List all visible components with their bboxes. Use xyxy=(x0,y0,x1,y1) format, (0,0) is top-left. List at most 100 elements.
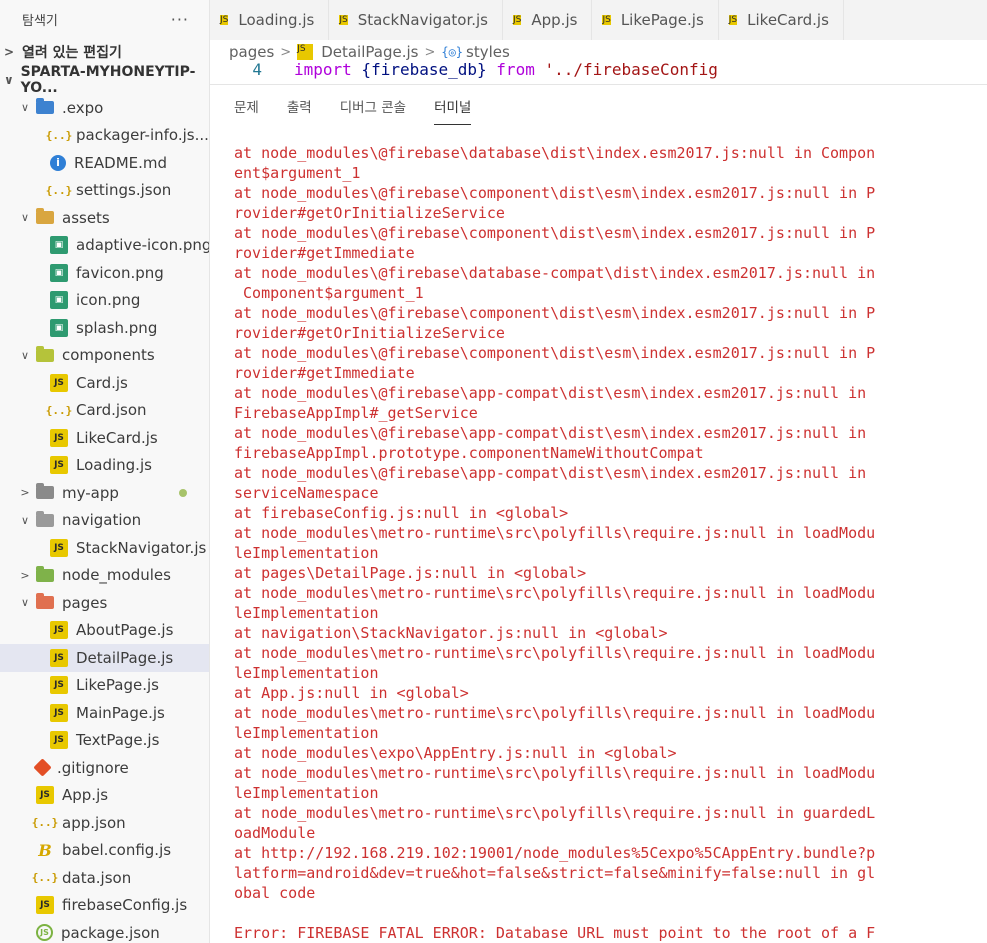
tree-file[interactable]: JS DetailPage.js xyxy=(0,644,209,672)
terminal-output[interactable]: at node_modules\@firebase\database\dist\… xyxy=(234,143,879,943)
tree-file[interactable]: i README.md xyxy=(0,149,209,177)
terminal-line: at pages\DetailPage.js:null in <global> xyxy=(234,564,587,582)
tree-file[interactable]: JS firebaseConfig.js xyxy=(0,892,209,920)
tree-file[interactable]: ▣ icon.png xyxy=(0,287,209,315)
info-icon: i xyxy=(50,154,66,171)
tree-file[interactable]: ▣ adaptive-icon.png xyxy=(0,232,209,260)
project-section[interactable]: ∨ SPARTA-MYHONEYTIP-YO... xyxy=(0,64,209,96)
tree-file[interactable]: JS AboutPage.js xyxy=(0,617,209,645)
tree-file[interactable]: JS MainPage.js xyxy=(0,699,209,727)
js-file-icon: JS xyxy=(36,896,54,915)
tree-file[interactable]: {..} app.json xyxy=(0,809,209,837)
tab-label: StackNavigator.js xyxy=(357,11,488,29)
chevron-down-icon: ∨ xyxy=(20,211,30,225)
terminal-line: obal code xyxy=(234,884,316,902)
tree-item-label: icon.png xyxy=(76,291,141,310)
breadcrumb-folder[interactable]: pages xyxy=(229,43,274,61)
panel-tab[interactable]: 출력 xyxy=(287,85,312,127)
tree-folder[interactable]: ∨ navigation xyxy=(0,507,209,535)
chevron-right-icon: > xyxy=(20,486,30,500)
terminal-line: latform=android&dev=true&hot=false&stric… xyxy=(234,864,876,882)
js-file-icon: JS xyxy=(339,15,348,25)
tree-folder[interactable]: ∨ pages xyxy=(0,589,209,617)
tree-folder[interactable]: > node_modules xyxy=(0,562,209,590)
tree-item-label: Card.js xyxy=(76,373,128,392)
chevron-down-icon: ∨ xyxy=(20,596,30,610)
tree-item-label: navigation xyxy=(62,511,142,530)
tree-file[interactable]: ▣ splash.png xyxy=(0,314,209,342)
tab-label: LikeCard.js xyxy=(747,11,829,29)
terminal-line: at node_modules\@firebase\database\dist\… xyxy=(234,144,876,162)
tree-file[interactable]: {..} packager-info.js... xyxy=(0,122,209,150)
code-line[interactable]: 4 import {firebase_db} from '../firebaseC… xyxy=(210,60,987,84)
terminal-line: at node_modules\expo\AppEntry.js:null in… xyxy=(234,744,677,762)
tree-item-label: AboutPage.js xyxy=(76,621,174,640)
tree-file[interactable]: {..} data.json xyxy=(0,864,209,892)
terminal-line: at navigation\StackNavigator.js:null in … xyxy=(234,624,668,642)
tree-file[interactable]: JS TextPage.js xyxy=(0,727,209,755)
tree-file[interactable]: JS LikeCard.js xyxy=(0,424,209,452)
tree-file[interactable]: .gitignore xyxy=(0,754,209,782)
editor-tab[interactable]: JS Loading.js xyxy=(210,0,330,40)
tree-file[interactable]: JS Loading.js xyxy=(0,452,209,480)
node-package-icon: JS xyxy=(36,924,53,942)
terminal-line: at node_modules\@firebase\component\dist… xyxy=(234,184,876,202)
editor-tab[interactable]: JS StackNavigator.js xyxy=(329,0,503,40)
tree-item-label: packager-info.js... xyxy=(76,126,209,145)
tree-file[interactable]: {..} Card.json xyxy=(0,397,209,425)
js-file-icon: JS xyxy=(50,676,68,695)
editor-tab[interactable]: JS LikeCard.js xyxy=(719,0,844,40)
tree-item-label: .expo xyxy=(62,98,104,117)
tree-file[interactable]: {..} settings.json xyxy=(0,177,209,205)
breadcrumb-symbol[interactable]: styles xyxy=(466,43,510,61)
js-file-icon: JS xyxy=(50,731,68,750)
tree-item-label: LikePage.js xyxy=(76,676,159,695)
js-file-icon: JS xyxy=(50,648,68,667)
tree-file[interactable]: ▣ favicon.png xyxy=(0,259,209,287)
open-editors-section[interactable]: > 열려 있는 편집기 xyxy=(0,38,209,66)
terminal-line: at node_modules\metro-runtime\src\polyfi… xyxy=(234,524,876,542)
terminal-line: at node_modules\@firebase\app-compat\dis… xyxy=(234,424,867,442)
more-actions-icon[interactable]: ··· xyxy=(171,10,189,29)
panel-tab[interactable]: 디버그 콘솔 xyxy=(340,85,406,127)
tree-item-label: favicon.png xyxy=(76,263,164,282)
js-file-icon: JS xyxy=(36,786,54,805)
project-label: SPARTA-MYHONEYTIP-YO... xyxy=(20,64,196,96)
image-file-icon: ▣ xyxy=(50,291,68,310)
terminal-line: rovider#getOrInitializeService xyxy=(234,324,505,342)
json-file-icon: {..} xyxy=(31,816,59,830)
code-import-name: {firebase_db} xyxy=(351,60,497,79)
folder-icon xyxy=(36,98,54,115)
panel-tab[interactable]: 문제 xyxy=(234,85,259,127)
code-from: from xyxy=(496,60,535,79)
code-string: '../firebaseConfig xyxy=(534,60,718,79)
tree-file[interactable]: JS package.json xyxy=(0,919,209,943)
explorer-sidebar: 탐색기 ··· > 열려 있는 편집기 ∨ SPARTA-MYHONEYTIP-… xyxy=(0,0,210,943)
tree-file[interactable]: JS App.js xyxy=(0,782,209,810)
folder-icon xyxy=(36,565,54,582)
js-file-icon: JS xyxy=(50,456,68,475)
tree-folder[interactable]: ∨ components xyxy=(0,342,209,370)
tab-label: Loading.js xyxy=(238,11,315,29)
breadcrumb-file[interactable]: DetailPage.js xyxy=(321,43,418,61)
panel-tab[interactable]: 터미널 xyxy=(434,85,472,127)
tree-folder[interactable]: ∨ assets xyxy=(0,204,209,232)
tree-file[interactable]: Bbabel.config.js xyxy=(0,837,209,865)
git-icon xyxy=(33,758,52,777)
chevron-right-icon: > xyxy=(280,44,292,60)
tree-item-label: Card.json xyxy=(76,401,147,420)
tree-folder[interactable]: ∨ .expo xyxy=(0,94,209,122)
editor-tabs: JS Loading.js JS StackNavigator.js JS App.js J… xyxy=(210,0,987,40)
tree-item-label: DetailPage.js xyxy=(76,648,174,667)
tree-file[interactable]: JS Card.js xyxy=(0,369,209,397)
js-file-icon: JS xyxy=(297,44,314,60)
tree-file[interactable]: JS LikePage.js xyxy=(0,672,209,700)
terminal-line: at node_modules\metro-runtime\src\polyfi… xyxy=(234,704,876,722)
json-file-icon: {..} xyxy=(45,128,73,142)
tree-file[interactable]: JS StackNavigator.js xyxy=(0,534,209,562)
editor-tab[interactable]: JS LikePage.js xyxy=(592,0,719,40)
editor-tab[interactable]: JS App.js xyxy=(503,0,593,40)
chevron-right-icon: > xyxy=(4,45,15,59)
tree-folder[interactable]: > my-app xyxy=(0,479,209,507)
tree-item-label: settings.json xyxy=(76,181,172,200)
